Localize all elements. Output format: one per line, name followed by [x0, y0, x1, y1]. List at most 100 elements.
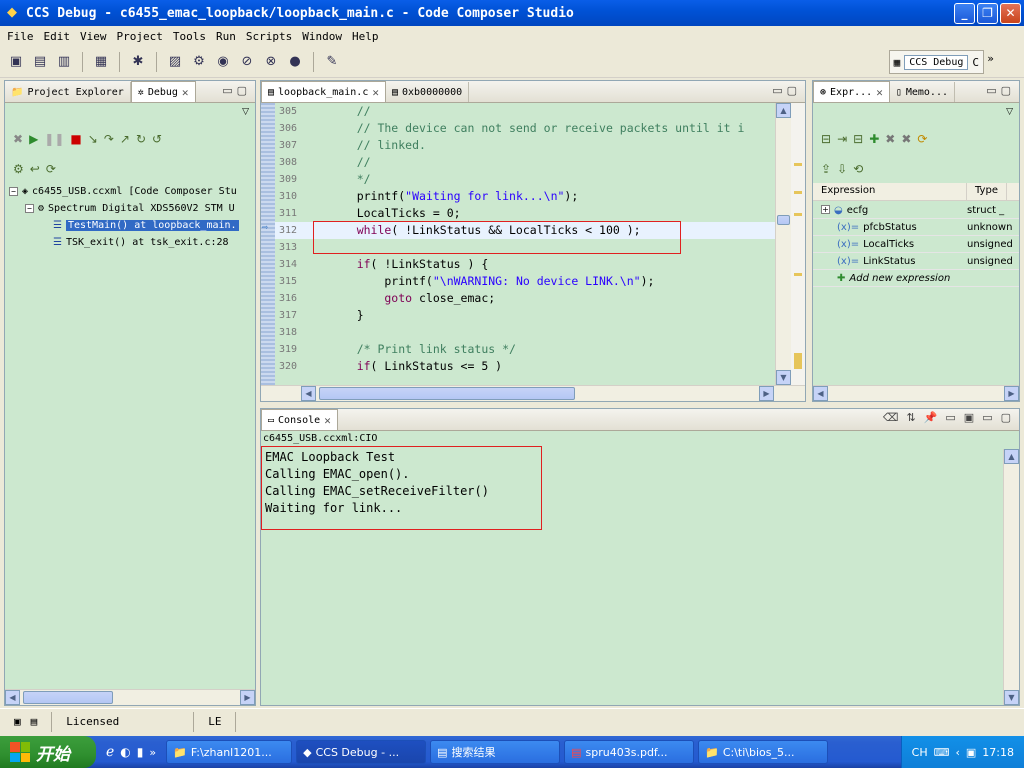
tab-expressions[interactable]: ⊛ Expr... ✕ — [813, 81, 890, 102]
fast-view-icon[interactable]: ▣ — [14, 715, 21, 728]
task-explorer[interactable]: 📁 F:\zhanl1201... — [166, 740, 293, 764]
tab-console[interactable]: ▭ Console ✕ — [261, 409, 338, 430]
keyboard-icon[interactable]: ⌨ — [934, 746, 950, 759]
expressions-hscroll[interactable]: ◀ ▶ — [813, 385, 1019, 401]
column-type[interactable]: Type — [967, 183, 1007, 200]
quicklaunch-icon[interactable]: ▮ — [137, 745, 144, 759]
save-all-icon[interactable]: ▥ — [54, 52, 74, 72]
build-icon[interactable]: ✱ — [128, 52, 148, 72]
tab-memory[interactable]: ▯ Memo... — [890, 82, 955, 102]
view-menu-icon[interactable]: ▽ — [242, 107, 249, 117]
print-icon[interactable]: ▦ — [91, 52, 111, 72]
tree-item-emulator[interactable]: − ⚙ Spectrum Digital XDS560V2 STM U — [9, 200, 239, 217]
menu-view[interactable]: View — [75, 30, 112, 43]
terminate-all-icon[interactable]: ✖ — [13, 132, 23, 146]
tab-address[interactable]: ▤ 0xb0000000 — [386, 82, 470, 102]
expr-row[interactable]: (x)= LocalTicks unsigned — [813, 236, 1019, 253]
debug-icon[interactable]: ▨ — [165, 52, 185, 72]
remove-icon[interactable]: ✖ — [885, 132, 895, 146]
menu-scripts[interactable]: Scripts — [241, 30, 297, 43]
new-console-icon[interactable]: ▣ — [964, 411, 974, 424]
task-ccs-debug[interactable]: ◆ CCS Debug - ... — [296, 740, 427, 764]
menu-help[interactable]: Help — [347, 30, 384, 43]
restart-icon[interactable]: ↩ — [30, 162, 40, 176]
task-search-results[interactable]: ▤ 搜索结果 — [430, 740, 561, 764]
more-perspectives-icon[interactable]: » — [987, 52, 994, 65]
step-into-icon[interactable]: ↘ — [88, 132, 98, 146]
collapse-icon[interactable]: ⇥ — [837, 132, 847, 146]
collapse-all-icon[interactable]: ⊟ — [853, 132, 863, 146]
network-icon[interactable]: ▣ — [966, 746, 976, 759]
menu-tools[interactable]: Tools — [168, 30, 211, 43]
display-console-icon[interactable]: ▭ — [945, 411, 955, 424]
expr-row[interactable]: (x)= LinkStatus unsigned — [813, 253, 1019, 270]
export-icon[interactable]: ⇪ — [821, 162, 831, 176]
panel-controls[interactable]: ▭▢ — [986, 84, 1015, 97]
tree-item-frame-tsk-exit[interactable]: ☰ TSK_exit() at tsk_exit.c:28 — [9, 234, 239, 251]
target-icon[interactable]: ◉ — [213, 52, 233, 72]
menu-window[interactable]: Window — [297, 30, 347, 43]
menu-file[interactable]: File — [2, 30, 39, 43]
asm-step-icon[interactable]: ↻ — [136, 132, 146, 146]
close-tab-icon[interactable]: ✕ — [372, 86, 379, 99]
language-indicator[interactable]: CH — [912, 746, 928, 759]
tray-expand-icon[interactable]: ‹ — [955, 746, 959, 759]
save-icon[interactable]: ▤ — [30, 52, 50, 72]
clear-console-icon[interactable]: ⌫ — [883, 411, 899, 424]
connect-icon[interactable]: ⚙ — [189, 52, 209, 72]
tab-debug[interactable]: ✲ Debug ✕ — [130, 81, 196, 102]
editor-hscroll[interactable]: ◀ ▶ — [261, 385, 805, 401]
perspective-c[interactable]: C — [972, 56, 979, 69]
scroll-lock-icon[interactable]: ⇅ — [906, 411, 915, 424]
resume-icon[interactable]: ▶ — [29, 132, 38, 146]
reset-icon[interactable]: ↺ — [152, 132, 162, 146]
console-vscroll[interactable]: ▲ ▼ — [1003, 449, 1019, 705]
add-expression-row[interactable]: ✚ Add new expression — [813, 270, 1019, 287]
close-tab-icon[interactable]: ✕ — [182, 86, 189, 99]
perspective-ccs-debug[interactable]: CCS Debug — [904, 54, 969, 70]
new-icon[interactable]: ▣ — [6, 52, 26, 72]
tree-item-target-config[interactable]: − ◈ c6455_USB.ccxml [Code Composer Stu — [9, 183, 239, 200]
add-expression-icon[interactable]: ✚ — [869, 132, 879, 146]
panel-controls[interactable]: ▭▢ — [222, 84, 251, 97]
editor-vscroll[interactable]: ▲ ▼ — [775, 103, 791, 385]
expr-row[interactable]: + ◒ ecfg struct _ — [813, 202, 1019, 219]
task-icon[interactable]: ▤ — [31, 715, 38, 728]
show-types-icon[interactable]: ⊟ — [821, 132, 831, 146]
import-icon[interactable]: ⇩ — [837, 162, 847, 176]
refresh-icon[interactable]: ⟳ — [917, 132, 927, 146]
remove-all-icon[interactable]: ✖ — [901, 132, 911, 146]
tab-project-explorer[interactable]: 📁 Project Explorer — [5, 82, 131, 102]
close-tab-icon[interactable]: ✕ — [876, 86, 883, 99]
expr-row[interactable]: (x)= pfcbStatus unknown — [813, 219, 1019, 236]
step-return-icon[interactable]: ↗ — [120, 132, 130, 146]
continuous-refresh-icon[interactable]: ⟲ — [853, 162, 863, 176]
cpu-reset-icon[interactable]: ⚙ — [13, 162, 24, 176]
refresh-icon[interactable]: ⟳ — [46, 162, 56, 176]
menu-run[interactable]: Run — [211, 30, 241, 43]
task-pdf[interactable]: ▤ spru403s.pdf... — [564, 740, 695, 764]
maximize-panel-icon[interactable]: ▢ — [1001, 411, 1011, 424]
open-perspective-icon[interactable]: ▦ — [894, 56, 901, 69]
quicklaunch-more-icon[interactable]: » — [149, 746, 156, 759]
disable-bp-icon[interactable]: ⊗ — [261, 52, 281, 72]
pin-console-icon[interactable]: 📌 — [924, 411, 938, 424]
view-menu-icon[interactable]: ▽ — [1006, 107, 1013, 117]
tools-icon[interactable]: ✎ — [322, 52, 342, 72]
close-tab-icon[interactable]: ✕ — [324, 414, 331, 427]
tree-item-frame-testmain[interactable]: ☰ TestMain() at loopback_main. — [9, 217, 239, 234]
start-button[interactable]: 开始 — [0, 736, 96, 768]
terminate-icon[interactable]: ■ — [70, 132, 81, 146]
close-button[interactable]: ✕ — [1000, 3, 1021, 24]
minimize-button[interactable]: _ — [954, 3, 975, 24]
column-expression[interactable]: Expression — [813, 183, 967, 200]
menu-edit[interactable]: Edit — [39, 30, 76, 43]
panel-controls[interactable]: ▭▢ — [772, 84, 801, 97]
task-bios-folder[interactable]: 📁 C:\ti\bios_5... — [698, 740, 829, 764]
ie-icon[interactable]: ℯ — [106, 744, 114, 760]
menu-project[interactable]: Project — [112, 30, 168, 43]
restore-button[interactable]: ❐ — [977, 3, 998, 24]
breakpoint-icon[interactable]: ⊘ — [237, 52, 257, 72]
tab-loopback-main[interactable]: ▤ loopback_main.c ✕ — [261, 81, 386, 102]
suspend-icon[interactable]: ❚❚ — [44, 132, 64, 146]
